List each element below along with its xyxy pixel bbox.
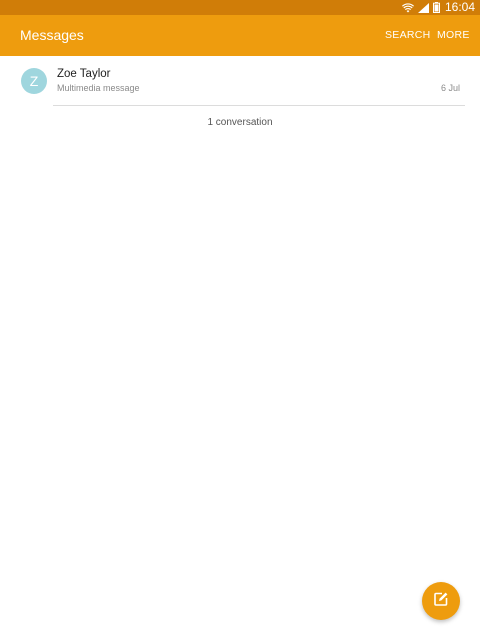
more-button[interactable]: MORE [437,15,470,56]
app-bar: Messages SEARCH MORE [0,15,480,56]
avatar[interactable]: Z [21,68,47,94]
contact-name: Zoe Taylor [57,68,111,80]
compose-button[interactable] [422,582,460,620]
battery-icon [432,2,440,13]
page-title: Messages [20,27,84,43]
conversation-item[interactable]: Z Zoe Taylor Multimedia message 6 Jul [0,56,480,106]
compose-icon [433,591,449,612]
status-bar: 16:04 [0,0,480,15]
message-preview: Multimedia message [57,83,140,93]
divider [53,105,465,106]
wifi-icon [401,2,414,13]
status-time: 16:04 [444,0,475,14]
signal-icon [417,2,429,13]
conversation-count: 1 conversation [207,117,273,128]
search-button[interactable]: SEARCH [385,15,431,56]
message-date: 6 Jul [440,83,460,93]
